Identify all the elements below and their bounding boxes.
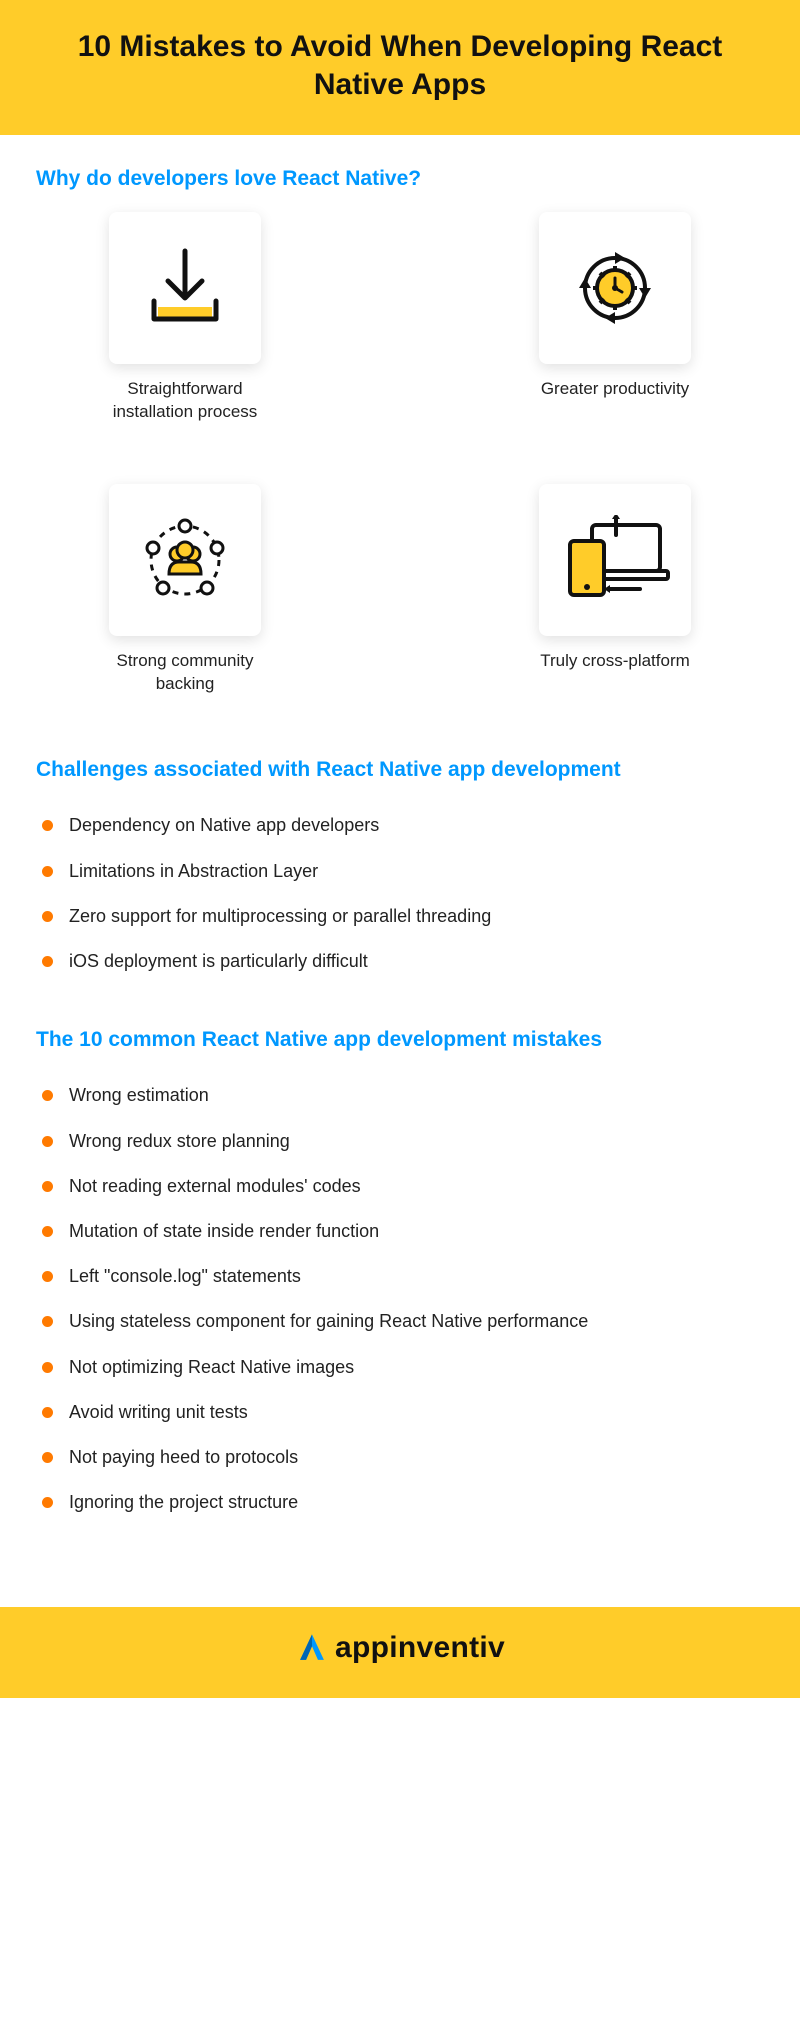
devices-icon <box>560 515 670 605</box>
page-title: 10 Mistakes to Avoid When Developing Rea… <box>40 28 760 103</box>
bullet-icon <box>42 1362 53 1373</box>
bullet-icon <box>42 820 53 831</box>
list-item-text: Dependency on Native app developers <box>69 813 379 838</box>
list-item: Zero support for multiprocessing or para… <box>36 894 764 939</box>
card-installation-icon-box <box>109 212 261 364</box>
section-heading-mistakes: The 10 common React Native app developme… <box>36 1026 764 1053</box>
bullet-icon <box>42 1407 53 1418</box>
list-item-text: Limitations in Abstraction Layer <box>69 859 318 884</box>
list-item: Using stateless component for gaining Re… <box>36 1299 764 1344</box>
bullet-icon <box>42 1497 53 1508</box>
bullet-icon <box>42 1271 53 1282</box>
brand-logo: appinventiv <box>295 1631 505 1665</box>
brand-mark-icon <box>295 1631 329 1665</box>
gear-cycle-icon <box>565 238 665 338</box>
bullet-icon <box>42 1181 53 1192</box>
list-item: Limitations in Abstraction Layer <box>36 849 764 894</box>
section-heading-challenges: Challenges associated with React Native … <box>36 756 764 783</box>
list-item-text: Avoid writing unit tests <box>69 1400 248 1425</box>
list-item-text: Not paying heed to protocols <box>69 1445 298 1470</box>
card-community-icon-box <box>109 484 261 636</box>
footer-banner: appinventiv <box>0 1607 800 1698</box>
list-item: Not paying heed to protocols <box>36 1435 764 1480</box>
list-item-text: Not reading external modules' codes <box>69 1174 361 1199</box>
list-item: Not reading external modules' codes <box>36 1164 764 1209</box>
bullet-icon <box>42 1226 53 1237</box>
card-productivity: Greater productivity <box>490 212 740 424</box>
list-item-text: Ignoring the project structure <box>69 1490 298 1515</box>
header-banner: 10 Mistakes to Avoid When Developing Rea… <box>0 0 800 135</box>
section-heading-love: Why do developers love React Native? <box>36 165 764 192</box>
list-item-text: Wrong estimation <box>69 1083 209 1108</box>
main-content: Why do developers love React Native? Str… <box>0 135 800 1607</box>
card-productivity-icon-box <box>539 212 691 364</box>
list-item-text: iOS deployment is particularly difficult <box>69 949 368 974</box>
bullet-icon <box>42 1090 53 1101</box>
list-item: Ignoring the project structure <box>36 1480 764 1525</box>
card-crossplatform: Truly cross-platform <box>490 484 740 696</box>
list-item-text: Wrong redux store planning <box>69 1129 290 1154</box>
list-item: Not optimizing React Native images <box>36 1345 764 1390</box>
mistakes-list: Wrong estimation Wrong redux store plann… <box>36 1073 764 1525</box>
download-icon <box>140 243 230 333</box>
community-icon <box>135 510 235 610</box>
list-item-text: Using stateless component for gaining Re… <box>69 1309 588 1334</box>
card-installation-label: Straightforward installation process <box>95 378 275 424</box>
challenges-list: Dependency on Native app developers Limi… <box>36 803 764 984</box>
list-item-text: Mutation of state inside render function <box>69 1219 379 1244</box>
card-productivity-label: Greater productivity <box>541 378 689 401</box>
brand-name: appinventiv <box>335 1631 505 1665</box>
love-cards-grid: Straightforward installation process <box>36 212 764 696</box>
bullet-icon <box>42 1316 53 1327</box>
bullet-icon <box>42 1452 53 1463</box>
bullet-icon <box>42 866 53 877</box>
list-item-text: Left "console.log" statements <box>69 1264 301 1289</box>
bullet-icon <box>42 956 53 967</box>
list-item: Avoid writing unit tests <box>36 1390 764 1435</box>
list-item: Dependency on Native app developers <box>36 803 764 848</box>
list-item-text: Zero support for multiprocessing or para… <box>69 904 491 929</box>
card-crossplatform-icon-box <box>539 484 691 636</box>
list-item: Wrong estimation <box>36 1073 764 1118</box>
card-installation: Straightforward installation process <box>60 212 310 424</box>
bullet-icon <box>42 911 53 922</box>
bullet-icon <box>42 1136 53 1147</box>
list-item-text: Not optimizing React Native images <box>69 1355 354 1380</box>
list-item: Wrong redux store planning <box>36 1119 764 1164</box>
card-crossplatform-label: Truly cross-platform <box>540 650 690 673</box>
list-item: Mutation of state inside render function <box>36 1209 764 1254</box>
card-community-label: Strong community backing <box>95 650 275 696</box>
list-item: iOS deployment is particularly difficult <box>36 939 764 984</box>
card-community: Strong community backing <box>60 484 310 696</box>
list-item: Left "console.log" statements <box>36 1254 764 1299</box>
